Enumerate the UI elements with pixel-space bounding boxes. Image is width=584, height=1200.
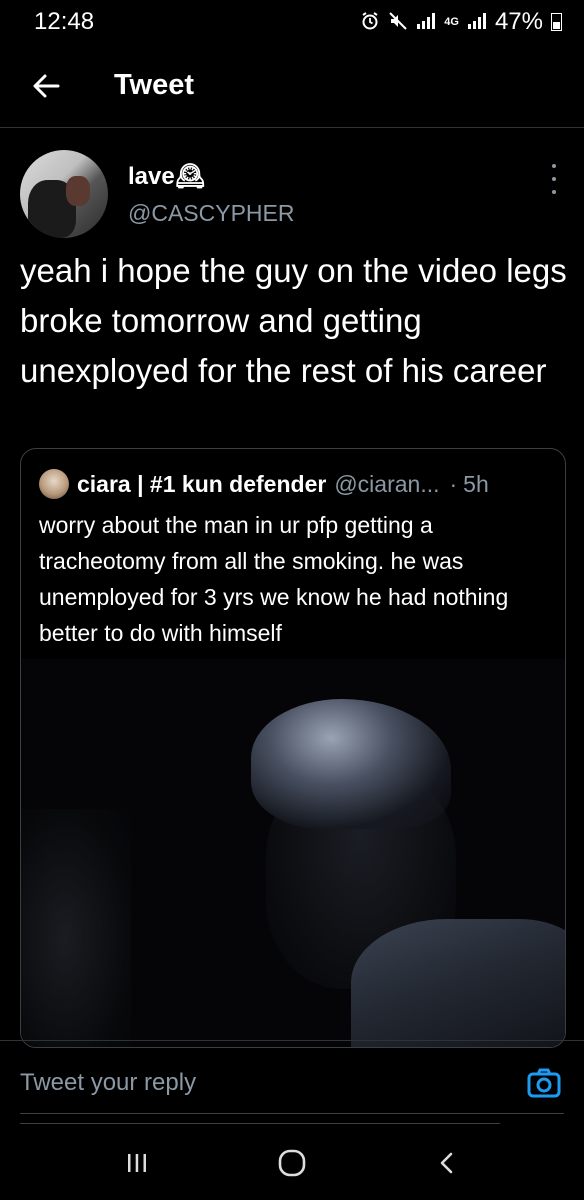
author-name[interactable]: lave🕰 (128, 162, 205, 191)
quoted-time: 5h (463, 470, 489, 497)
reply-input[interactable] (20, 1065, 500, 1124)
status-time: 12:48 (34, 8, 95, 35)
header: Tweet (0, 44, 584, 128)
mute-icon (388, 11, 408, 34)
reply-bar (0, 1040, 584, 1126)
quoted-author-name: ciara | #1 kun defender (77, 470, 327, 497)
home-icon[interactable] (262, 1133, 322, 1193)
status-bar: 12:48 4G 47% (0, 0, 584, 44)
recents-icon[interactable] (107, 1133, 167, 1193)
author-handle[interactable]: @CASCYPHER (128, 200, 295, 227)
battery-icon (551, 13, 562, 31)
system-nav-bar (0, 1126, 584, 1200)
battery-percent: 47% (494, 8, 543, 35)
tweet-author: lave🕰 @CASCYPHER (20, 150, 564, 240)
quoted-author-handle: @ciaran... (334, 470, 440, 497)
avatar[interactable] (20, 150, 108, 238)
reply-divider (20, 1113, 564, 1114)
signal-icon (416, 12, 436, 33)
tweet-text: yeah i hope the guy on the video legs br… (20, 252, 567, 389)
status-icons: 4G 47% (360, 8, 562, 36)
quoted-avatar (39, 469, 69, 499)
quoted-separator: · (449, 470, 458, 497)
more-vertical-icon[interactable] (548, 164, 560, 194)
camera-icon[interactable] (526, 1065, 562, 1101)
network-type: 4G (444, 16, 459, 28)
quoted-tweet-text: worry about the man in ur pfp getting a … (39, 512, 509, 646)
nav-back-icon[interactable] (417, 1133, 477, 1193)
signal-icon (467, 12, 487, 33)
quoted-tweet[interactable]: ciara | #1 kun defender @ciaran... · 5h … (20, 448, 566, 1048)
quoted-media[interactable] (21, 659, 565, 1047)
quoted-tweet-header: ciara | #1 kun defender @ciaran... · 5h (39, 469, 549, 499)
page-title: Tweet (114, 69, 195, 101)
back-arrow-icon[interactable] (30, 70, 62, 102)
alarm-icon (360, 11, 380, 34)
